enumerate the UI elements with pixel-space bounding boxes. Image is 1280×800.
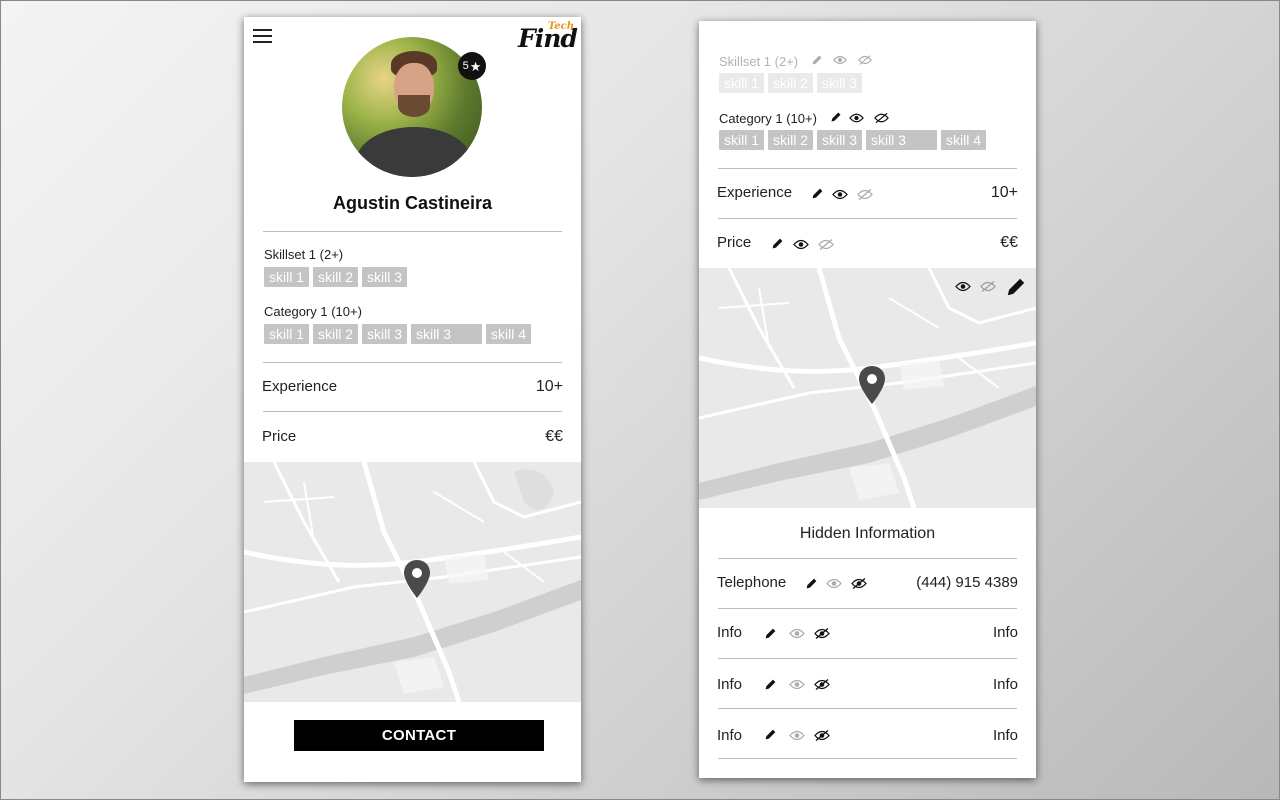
eye-off-icon[interactable]: [814, 729, 830, 742]
info-label: Info: [717, 676, 743, 693]
skill-chip: skill 3: [362, 267, 408, 287]
experience-label: Experience: [717, 184, 793, 201]
eye-off-icon[interactable]: [814, 627, 830, 640]
eye-off-icon[interactable]: [858, 54, 872, 66]
profile-name: Agustin Castineira: [332, 193, 493, 213]
pencil-icon[interactable]: [1005, 276, 1027, 298]
eye-icon[interactable]: [789, 729, 805, 742]
divider: [718, 758, 1017, 759]
price-value: €€: [545, 428, 563, 445]
skillset-label: Skillset 1 (2+): [264, 247, 344, 262]
info-value: Info: [992, 676, 1018, 693]
logo-accent: Tech: [548, 21, 575, 32]
skill-chip: skill 3: [362, 324, 408, 344]
skill-chip: skill 2: [313, 324, 359, 344]
telephone-value: (444) 915 4389: [916, 574, 1018, 591]
divider: [263, 231, 562, 232]
pencil-icon[interactable]: [764, 627, 777, 640]
eye-off-icon[interactable]: [874, 112, 889, 124]
rating-value: 5: [462, 60, 469, 72]
eye-icon[interactable]: [793, 238, 809, 251]
pencil-icon[interactable]: [811, 54, 823, 66]
skill-chip: skill 1: [264, 324, 310, 344]
skill-chip: skill 2: [313, 267, 359, 287]
profile-screen: Find Tech 5 ★ Agustin Castineira Skillse…: [244, 17, 581, 782]
eye-off-icon[interactable]: [851, 577, 867, 590]
divider: [718, 708, 1017, 709]
skillset-chips: skill 1 skill 2 skill 3: [264, 267, 408, 287]
eye-icon[interactable]: [955, 280, 971, 293]
eye-icon[interactable]: [832, 188, 848, 201]
skill-chip: skill 3: [866, 130, 938, 150]
skill-chip: skill 3: [817, 130, 863, 150]
divider: [718, 558, 1017, 559]
skill-chip: skill 1: [719, 73, 765, 93]
divider: [263, 362, 562, 363]
skill-chip: skill 4: [486, 324, 532, 344]
category-chips: skill 1 skill 2 skill 3 skill 3 skill 4: [719, 130, 987, 150]
app-logo: Find Tech: [518, 19, 578, 55]
experience-value: 10+: [535, 378, 563, 395]
info-label: Info: [717, 727, 743, 744]
divider: [718, 608, 1017, 609]
eye-icon[interactable]: [833, 54, 847, 66]
skill-chip: skill 3: [817, 73, 863, 93]
price-label: Price: [262, 428, 297, 445]
price-value: €€: [1000, 234, 1018, 251]
hidden-information-title: Hidden Information: [799, 525, 936, 542]
divider: [718, 168, 1017, 169]
pencil-icon[interactable]: [830, 111, 842, 123]
skill-chip: skill 1: [264, 267, 310, 287]
skill-chip: skill 2: [768, 73, 814, 93]
skill-chip: skill 4: [941, 130, 987, 150]
pencil-icon[interactable]: [811, 187, 824, 200]
skillset-chips: skill 1 skill 2 skill 3: [719, 73, 863, 93]
eye-off-icon[interactable]: [814, 678, 830, 691]
location-map[interactable]: [699, 268, 1036, 508]
rating-badge: 5 ★: [458, 52, 486, 80]
skill-chip: skill 3: [411, 324, 483, 344]
divider: [718, 218, 1017, 219]
category-label: Category 1 (10+): [264, 304, 362, 319]
skill-chip: skill 2: [768, 130, 814, 150]
skill-chip: skill 1: [719, 130, 765, 150]
eye-icon[interactable]: [826, 577, 842, 590]
info-value: Info: [992, 624, 1018, 641]
experience-label: Experience: [262, 378, 338, 395]
divider: [718, 658, 1017, 659]
star-icon: ★: [469, 58, 482, 74]
category-chips: skill 1 skill 2 skill 3 skill 3 skill 4: [264, 324, 532, 344]
price-label: Price: [717, 234, 752, 251]
pencil-icon[interactable]: [764, 728, 777, 741]
pencil-icon[interactable]: [771, 237, 784, 250]
eye-off-icon[interactable]: [818, 238, 834, 251]
eye-icon[interactable]: [849, 112, 864, 124]
divider: [263, 411, 562, 412]
edit-profile-screen: Skillset 1 (2+) skill 1 skill 2 skill 3 …: [699, 21, 1036, 778]
pencil-icon[interactable]: [805, 577, 818, 590]
eye-off-icon[interactable]: [857, 188, 873, 201]
telephone-label: Telephone: [717, 574, 787, 591]
screen-frame: [0, 0, 1280, 800]
eye-icon[interactable]: [789, 627, 805, 640]
location-map[interactable]: [244, 462, 581, 702]
skillset-label: Skillset 1 (2+): [719, 54, 799, 69]
contact-button[interactable]: CONTACT: [294, 720, 544, 751]
pencil-icon[interactable]: [764, 678, 777, 691]
category-label: Category 1 (10+): [719, 111, 817, 126]
eye-off-icon[interactable]: [980, 280, 996, 293]
info-value: Info: [992, 727, 1018, 744]
info-label: Info: [717, 624, 743, 641]
menu-icon[interactable]: [253, 29, 273, 45]
experience-value: 10+: [990, 184, 1018, 201]
eye-icon[interactable]: [789, 678, 805, 691]
